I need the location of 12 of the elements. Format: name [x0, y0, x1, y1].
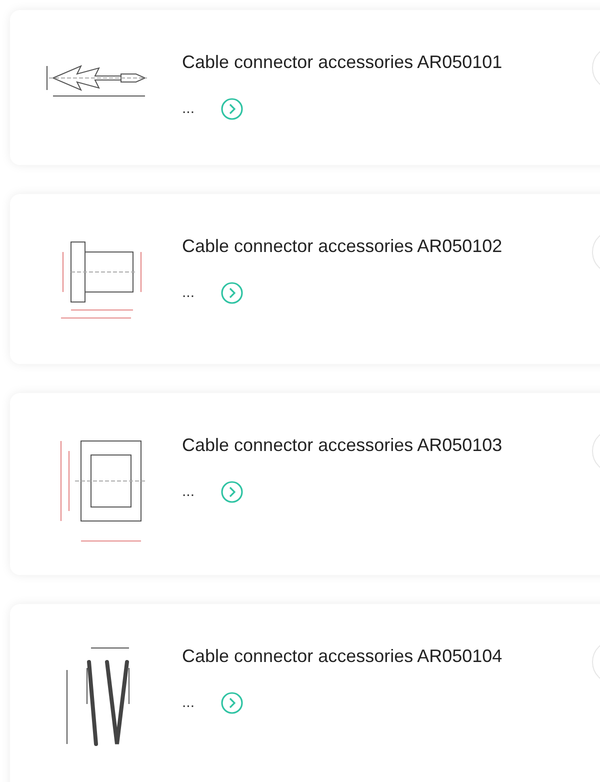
- product-excerpt: ...: [182, 283, 195, 303]
- chevron-right-icon[interactable]: [220, 282, 243, 304]
- product-title: Cable connector accessories AR050102: [182, 235, 502, 258]
- chevron-right-icon[interactable]: [220, 692, 243, 714]
- chevron-right-icon[interactable]: [220, 481, 243, 504]
- product-title: Cable connector accessories AR050101: [182, 51, 502, 74]
- product-title: Cable connector accessories AR050103: [182, 434, 502, 457]
- product-excerpt: ...: [182, 693, 195, 713]
- product-title: Cable connector accessories AR050104: [182, 645, 502, 668]
- product-excerpt: ...: [182, 482, 195, 502]
- chevron-right-icon[interactable]: [220, 98, 243, 120]
- product-excerpt: ...: [182, 99, 195, 119]
